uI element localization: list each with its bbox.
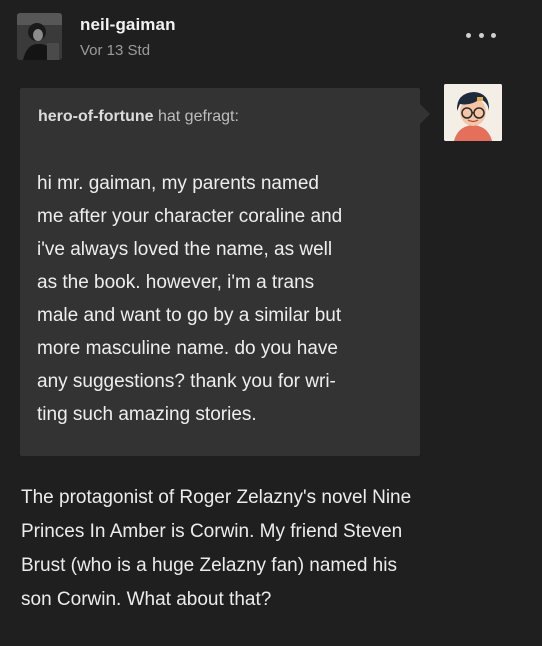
answer-line: son Corwin. What about that? (21, 589, 272, 610)
dot (491, 32, 496, 38)
post-card: neil-gaiman Vor 13 Std hero-of-fortune h… (0, 0, 542, 646)
question-line: hi mr. gaiman, my parents named (37, 173, 319, 194)
question-text: hi mr. gaiman, my parents named me after… (37, 167, 412, 431)
dot (466, 32, 471, 38)
dot (478, 32, 484, 38)
question-line: more masculine name. do you have (37, 338, 338, 359)
question-line: ting such amazing stories. (37, 404, 257, 425)
answer-text: The protagonist of Roger Zelazny's novel… (21, 481, 526, 617)
avatar[interactable] (17, 13, 62, 60)
question-line: as the book. however, i'm a trans (37, 272, 315, 293)
asked-label: hat gefragt: (157, 108, 239, 125)
ask-bubble: hero-of-fortune hat gefragt: hi mr. gaim… (20, 88, 430, 456)
asker-line: hero-of-fortune hat gefragt: (38, 108, 239, 126)
asker-avatar[interactable] (444, 84, 502, 141)
author-username[interactable]: neil-gaiman (80, 15, 176, 35)
answer-line: The protagonist of Roger Zelazny's novel… (21, 487, 412, 508)
asker-username[interactable]: hero-of-fortune (38, 108, 154, 125)
post-timestamp: Vor 13 Std (80, 42, 151, 59)
author-avatar-image (17, 13, 62, 60)
answer-line: Princes In Amber is Corwin. My friend St… (21, 521, 403, 542)
asker-avatar-image (444, 84, 502, 141)
more-options-icon[interactable] (466, 25, 496, 45)
question-line: me after your character coraline and (37, 206, 343, 227)
question-line: i've always loved the name, as well (37, 239, 333, 260)
question-line: any suggestions? thank you for wri- (37, 371, 336, 392)
answer-line: Brust (who is a huge Zelazny fan) named … (21, 555, 397, 576)
question-line: male and want to go by a similar but (37, 305, 342, 326)
